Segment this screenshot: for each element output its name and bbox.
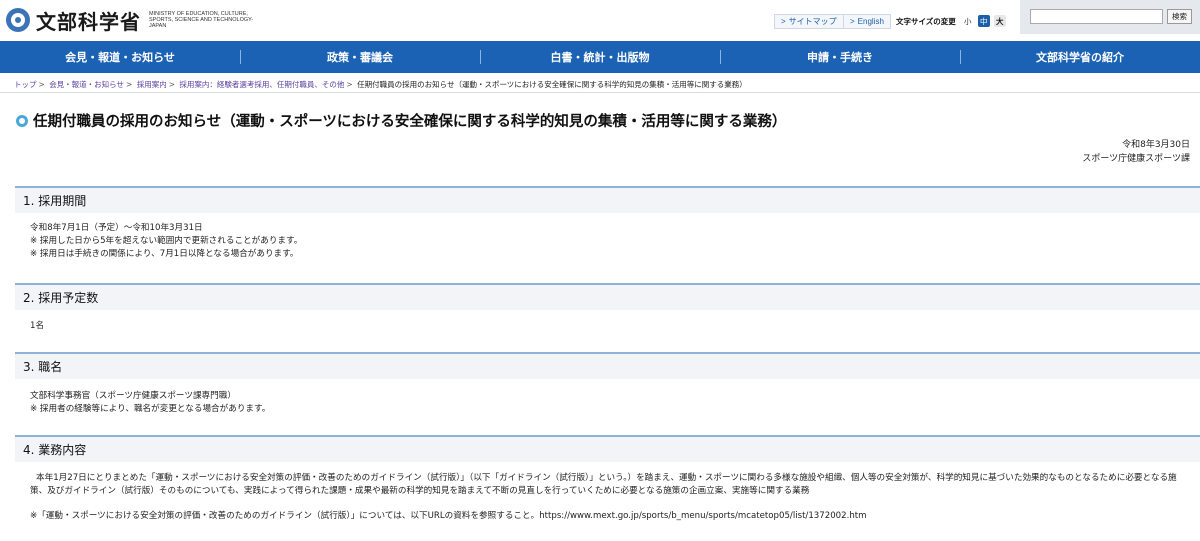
divider: [0, 92, 1200, 93]
department-name: スポーツ庁健康スポーツ課: [1082, 154, 1190, 164]
font-size-switcher: 文字サイズの変更 小 中 大: [896, 13, 1010, 29]
nav-item-press[interactable]: 会見・報道・お知らせ: [0, 41, 240, 73]
site-header: 文部科学省 MINISTRY OF EDUCATION, CULTURE, SP…: [0, 0, 1200, 40]
section-heading: 1. 採用期間: [15, 186, 1200, 213]
english-label: English: [857, 16, 884, 26]
breadcrumb-link[interactable]: トップ: [14, 80, 37, 89]
section-note: ※「運動・スポーツにおける安全対策の評価・改善のためのガイドライン（試行版）」に…: [30, 511, 867, 521]
breadcrumb-link[interactable]: 採用案内：経験者選考採用、任期付職員、その他: [179, 80, 344, 89]
section-body: 令和8年7月1日（予定）～令和10年3月31日 ※ 採用した日から5年を超えない…: [30, 222, 302, 261]
section-line: ※ 採用した日から5年を超えない範囲内で更新されることがあります。: [30, 236, 303, 246]
chevron-right-icon: >: [781, 16, 786, 26]
logo-english-text: MINISTRY OF EDUCATION, CULTURE, SPORTS, …: [149, 11, 254, 29]
breadcrumb: トップ > 会見・報道・お知らせ > 採用案内 > 採用案内：経験者選考採用、任期付職…: [14, 79, 747, 90]
section-line: 文部科学事務官（スポーツ庁健康スポーツ課専門職）: [30, 391, 236, 401]
section-body: 本年1月27日にとりまとめた「運動・スポーツにおける安全対策の評価・改善のための…: [30, 472, 1190, 523]
section-line: ※ 採用者の経験等により、職名が変更となる場合があります。: [30, 404, 271, 414]
page-title: 任期付職員の採用のお知らせ（運動・スポーツにおける安全確保に関する科学的知見の集…: [16, 110, 786, 131]
title-bullet-icon: [16, 114, 28, 127]
font-size-label: 文字サイズの変更: [896, 16, 956, 26]
page-meta: 令和8年3月30日 スポーツ庁健康スポーツ課: [1082, 138, 1190, 166]
section-heading: 4. 業務内容: [15, 435, 1200, 462]
section-heading: 3. 職名: [15, 352, 1200, 379]
section-heading: 2. 採用予定数: [15, 283, 1200, 310]
sitemap-link[interactable]: > サイトマップ: [774, 13, 844, 29]
nav-item-policy[interactable]: 政策・審議会: [240, 41, 480, 73]
font-size-medium-button[interactable]: 中: [977, 15, 990, 27]
site-logo[interactable]: 文部科学省 MINISTRY OF EDUCATION, CULTURE, SP…: [6, 6, 259, 34]
search-button[interactable]: 検索: [1167, 9, 1192, 24]
search-input[interactable]: [1030, 9, 1163, 24]
sitemap-label: サイトマップ: [788, 16, 837, 26]
section-line: 1名: [30, 321, 45, 331]
section-paragraph: 本年1月27日にとりまとめた「運動・スポーツにおける安全対策の評価・改善のための…: [30, 473, 1177, 496]
section-body: 文部科学事務官（スポーツ庁健康スポーツ課専門職） ※ 採用者の経験等により、職名…: [30, 390, 270, 416]
english-link-wrap: > English: [843, 13, 891, 29]
breadcrumb-separator: >: [38, 80, 45, 89]
breadcrumb-separator: >: [126, 80, 133, 89]
nav-item-applications[interactable]: 申請・手続き: [720, 41, 960, 73]
section-line: 令和8年7月1日（予定）～令和10年3月31日: [30, 223, 203, 233]
nav-item-publications[interactable]: 白書・統計・出版物: [480, 41, 720, 73]
mext-logo-icon: [6, 8, 30, 32]
nav-item-about[interactable]: 文部科学省の紹介: [960, 41, 1200, 73]
section-body: 1名: [30, 320, 44, 333]
breadcrumb-link[interactable]: 会見・報道・お知らせ: [49, 80, 124, 89]
logo-text: 文部科学省: [36, 9, 141, 34]
breadcrumb-separator: >: [168, 80, 176, 89]
english-link[interactable]: > English: [843, 13, 891, 29]
page-title-text: 任期付職員の採用のお知らせ（運動・スポーツにおける安全確保に関する科学的知見の集…: [33, 114, 787, 130]
breadcrumb-separator: >: [346, 80, 353, 89]
global-nav: 会見・報道・お知らせ 政策・審議会 白書・統計・出版物 申請・手続き 文部科学省…: [0, 41, 1200, 73]
publish-date: 令和8年3月30日: [1122, 140, 1190, 150]
chevron-right-icon: >: [850, 16, 855, 26]
font-size-small-button[interactable]: 小: [961, 15, 974, 27]
search-area: 検索: [1020, 0, 1200, 34]
font-size-large-button[interactable]: 大: [993, 15, 1006, 27]
breadcrumb-link[interactable]: 採用案内: [137, 80, 167, 89]
breadcrumb-current: 任期付職員の採用のお知らせ（運動・スポーツにおける安全確保に関する科学的知見の集…: [357, 80, 747, 89]
utility-links: > サイトマップ: [774, 13, 844, 29]
section-line: ※ 採用日は手続きの関係により、7月1日以降となる場合があります。: [30, 249, 299, 259]
